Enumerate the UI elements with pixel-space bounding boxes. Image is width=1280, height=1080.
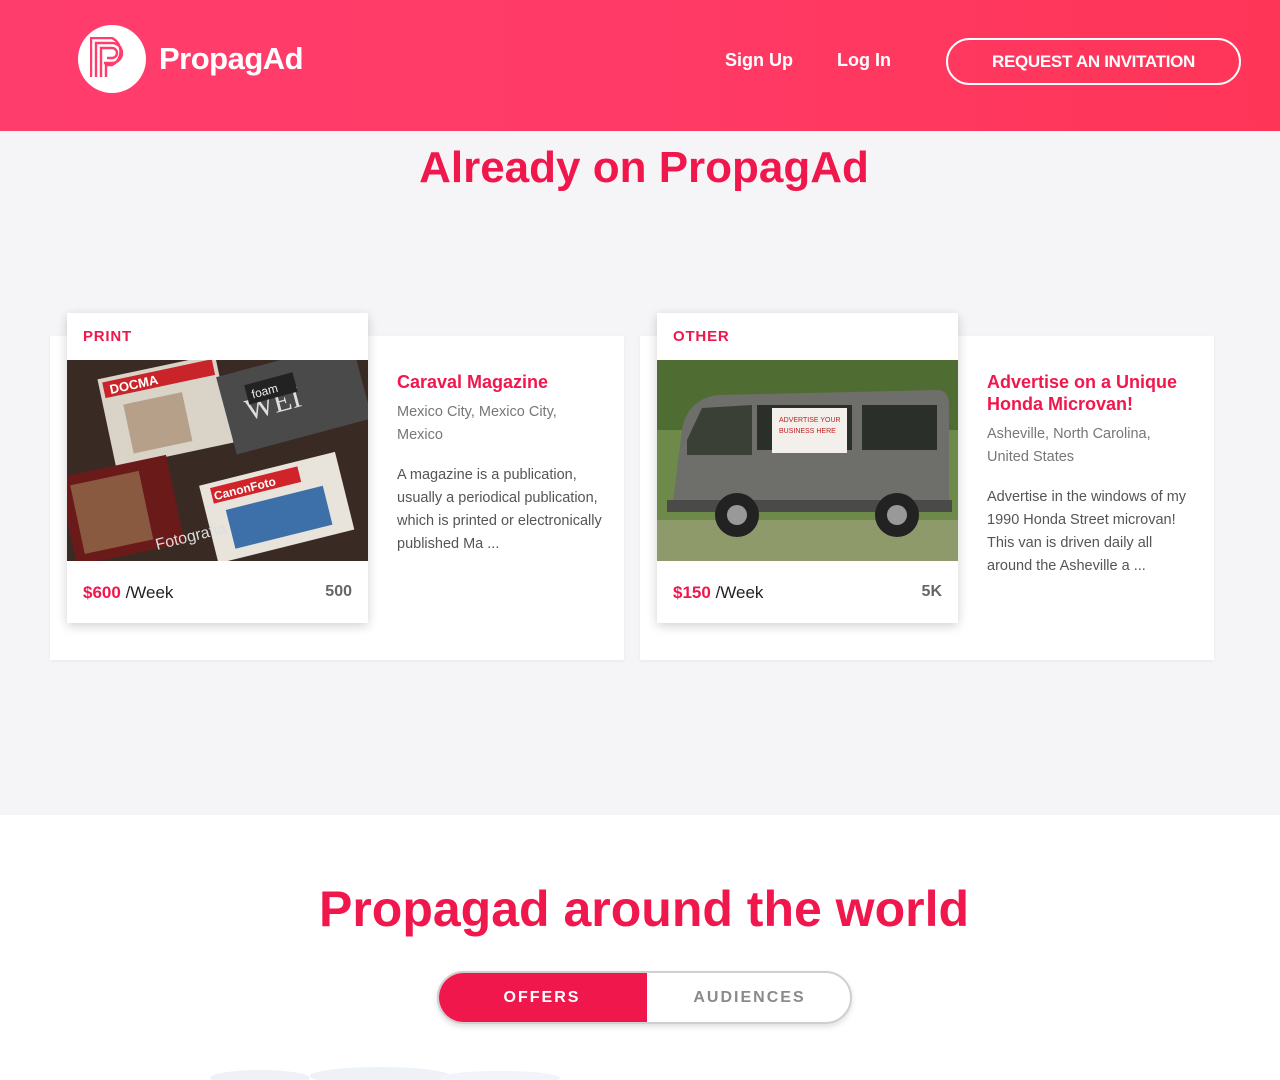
brand-name: PropagAd xyxy=(159,41,304,76)
listing-card[interactable]: PRINT DOCMA WEI foam CanonFoto Fotografi… xyxy=(50,313,624,660)
listing-preview[interactable]: OTHER ADVERTISE YOUR BUSINESS HERE $150 … xyxy=(657,313,958,623)
listing-title[interactable]: Caraval Magazine xyxy=(397,371,602,393)
audience-reach: 5K xyxy=(921,583,942,600)
listing-title[interactable]: Advertise on a Unique Honda Microvan! xyxy=(987,371,1192,415)
listing-description: Advertise in the windows of my 1990 Hond… xyxy=(987,489,1187,574)
listing-details: Caraval Magazine Mexico City, Mexico Cit… xyxy=(397,371,602,556)
magazines-photo[interactable]: DOCMA WEI foam CanonFoto Fotografia xyxy=(67,360,368,561)
listing-location: Mexico City, Mexico City, Mexico xyxy=(397,404,557,443)
world-section-title: Propagad around the world xyxy=(318,881,970,937)
svg-text:BUSINESS HERE: BUSINESS HERE xyxy=(779,428,836,435)
nav-login-link[interactable]: Log In xyxy=(837,50,891,71)
listing-card[interactable]: OTHER ADVERTISE YOUR BUSINESS HERE $150 … xyxy=(640,313,1214,660)
listing-location: Asheville, North Carolina, United States xyxy=(987,426,1151,465)
price: $150 xyxy=(673,583,711,602)
category-badge: PRINT xyxy=(83,328,132,345)
price-row: $150 /Week xyxy=(673,583,763,603)
price-period: /Week xyxy=(715,583,764,602)
world-map-graphic xyxy=(210,1067,560,1080)
already-section: Already on PropagAd PRINT DOCMA WEI foam… xyxy=(0,131,1280,815)
category-badge: OTHER xyxy=(673,328,730,345)
brand-logo[interactable]: PropagAd xyxy=(78,25,304,93)
site-header: PropagAd Sign Up Log In REQUEST AN INVIT… xyxy=(0,0,1280,131)
price: $600 xyxy=(83,583,121,602)
logo-mark-icon xyxy=(78,25,146,93)
audience-reach: 500 xyxy=(325,583,352,600)
listing-details: Advertise on a Unique Honda Microvan! As… xyxy=(987,371,1192,578)
offers-audiences-toggle: OFFERS AUDIENCES xyxy=(437,971,852,1024)
svg-text:ADVERTISE YOUR: ADVERTISE YOUR xyxy=(779,417,841,424)
nav-signup-link[interactable]: Sign Up xyxy=(725,50,793,71)
listing-description: A magazine is a publication, usually a p… xyxy=(397,467,602,552)
tab-audiences[interactable]: AUDIENCES xyxy=(647,973,850,1022)
price-period: /Week xyxy=(125,583,174,602)
request-invitation-button[interactable]: REQUEST AN INVITATION xyxy=(946,38,1241,85)
price-row: $600 /Week xyxy=(83,583,173,603)
listing-preview[interactable]: PRINT DOCMA WEI foam CanonFoto Fotografi… xyxy=(67,313,368,623)
section-title: Already on PropagAd xyxy=(419,143,869,192)
tab-offers[interactable]: OFFERS xyxy=(439,973,647,1022)
microvan-photo[interactable]: ADVERTISE YOUR BUSINESS HERE xyxy=(657,360,958,561)
